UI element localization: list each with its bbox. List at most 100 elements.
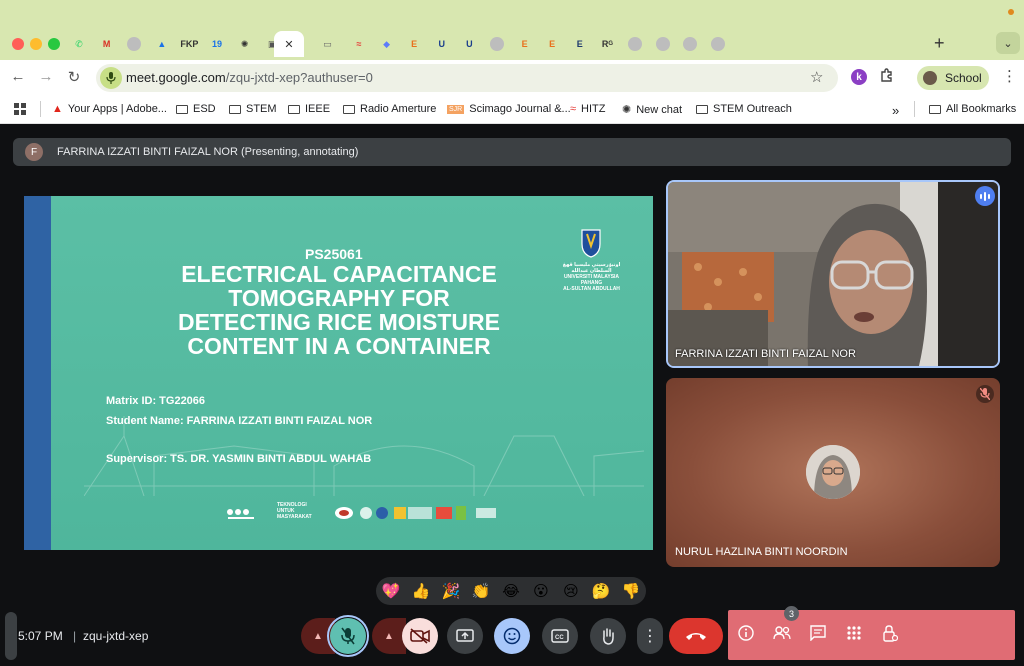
browser-tab[interactable]: ◆: [374, 34, 400, 54]
bookmark-item[interactable]: STEM: [229, 103, 277, 115]
bookmark-item[interactable]: IEEE: [288, 103, 330, 115]
profile-label: School: [945, 71, 982, 85]
reaction-emoji-button[interactable]: 👍: [411, 581, 431, 601]
browser-tab[interactable]: E: [512, 34, 538, 54]
scroll-handle[interactable]: [5, 612, 17, 660]
reactions-button[interactable]: [494, 618, 530, 654]
raise-hand-button[interactable]: [590, 618, 626, 654]
browser-menu-icon[interactable]: ⋮: [1002, 67, 1017, 85]
generic-tab-icon: [127, 37, 142, 51]
maximize-window-button[interactable]: [48, 38, 60, 50]
new-tab-button[interactable]: +: [934, 33, 945, 54]
generic-tab-icon: [710, 37, 725, 51]
mic-in-use-icon[interactable]: [100, 67, 122, 89]
profile-button[interactable]: School: [917, 66, 989, 90]
ump-shield-icon: U: [438, 39, 446, 49]
participant-name: FARRINA IZZATI BINTI FAIZAL NOR: [675, 348, 856, 360]
browser-tab[interactable]: [121, 34, 147, 54]
host-controls-button[interactable]: [880, 623, 900, 643]
all-bookmarks-label: All Bookmarks: [946, 103, 1017, 115]
reaction-emoji-button[interactable]: 😂: [501, 581, 521, 601]
extension-k-icon[interactable]: k: [851, 69, 867, 85]
close-tab-icon[interactable]: ✕: [284, 38, 293, 51]
ump-shield-icon: U: [466, 39, 473, 49]
browser-tab[interactable]: FKP: [176, 34, 202, 54]
presentation-slide: PS25061 ELECTRICAL CAPACITANCE TOMOGRAPH…: [24, 196, 653, 550]
reaction-emoji-button[interactable]: 👎: [621, 581, 641, 601]
browser-tab[interactable]: [650, 34, 676, 54]
browser-tab[interactable]: E: [567, 34, 593, 54]
info-divider: |: [73, 629, 77, 643]
browser-tab[interactable]: U: [456, 34, 482, 54]
active-tab-meet[interactable]: ✕: [274, 31, 304, 57]
back-arrow-icon[interactable]: ←: [8, 68, 28, 85]
bookmark-item[interactable]: Radio Amerture: [343, 103, 436, 115]
reaction-emoji-button[interactable]: 👏: [471, 581, 491, 601]
reaction-emoji-button[interactable]: 🎉: [441, 581, 461, 601]
forward-arrow-icon[interactable]: →: [36, 68, 56, 85]
people-button[interactable]: [772, 623, 792, 643]
browser-tab[interactable]: 19: [204, 34, 230, 54]
whatsapp-icon: ✆: [75, 38, 83, 49]
slide-title-line: CONTENT IN A CONTAINER: [187, 333, 491, 359]
url-text[interactable]: meet.google.com/zqu-jxtd-xep?authuser=0: [126, 70, 373, 85]
bookmarks-overflow-button[interactable]: »: [892, 103, 899, 118]
university-crest-logo: [581, 229, 601, 258]
reaction-emoji-button[interactable]: 😮: [531, 581, 551, 601]
browser-tab[interactable]: M: [94, 34, 120, 54]
bookmark-item[interactable]: ≈ HITZ: [570, 103, 606, 115]
all-bookmarks-button[interactable]: All Bookmarks: [929, 103, 1016, 115]
browser-tab[interactable]: [622, 34, 648, 54]
bookmark-label: New chat: [636, 103, 683, 116]
browser-tab[interactable]: E: [401, 34, 427, 54]
bookmark-item[interactable]: ✺ New chat: [622, 103, 683, 117]
present-screen-button[interactable]: [447, 618, 483, 654]
reaction-emoji-button[interactable]: 😢: [561, 581, 581, 601]
close-window-button[interactable]: [12, 38, 24, 50]
university-name: اونيۏرسيتي مليسيا ڤهڠ السلطان عبدالله UN…: [554, 262, 629, 292]
bookmark-item[interactable]: ▲ Your Apps | Adobe...: [52, 103, 167, 115]
browser-tab[interactable]: Rᴳ: [594, 34, 620, 54]
generic-tab-icon: [628, 37, 642, 51]
browser-tab[interactable]: ✺: [232, 34, 258, 54]
chat-button[interactable]: [808, 623, 828, 643]
browser-tab[interactable]: ✆: [66, 34, 92, 54]
browser-tab[interactable]: U: [429, 34, 455, 54]
bookmark-item[interactable]: ESD: [176, 103, 216, 115]
browser-tab[interactable]: ▭: [314, 34, 340, 54]
partner-logos-strip: [227, 506, 496, 520]
svg-text:CC: CC: [555, 635, 564, 641]
info-icon: [738, 625, 754, 641]
captions-button[interactable]: CC: [542, 618, 578, 654]
browser-tab[interactable]: [677, 34, 703, 54]
participant-name: NURUL HAZLINA BINTI NOORDIN: [675, 546, 848, 558]
reload-icon[interactable]: ↻: [64, 68, 84, 86]
reaction-emoji-button[interactable]: 💖: [381, 581, 401, 601]
bookmark-item[interactable]: STEM Outreach: [696, 103, 792, 115]
more-vert-icon: ⋮: [642, 628, 658, 645]
activities-button[interactable]: [844, 623, 864, 643]
leave-call-button[interactable]: [669, 618, 723, 654]
camera-toggle-button[interactable]: [402, 618, 438, 654]
minimize-window-button[interactable]: [30, 38, 42, 50]
browser-tab[interactable]: ≈: [346, 34, 372, 54]
browser-tab[interactable]: ▲: [149, 34, 175, 54]
more-options-button[interactable]: ⋮: [637, 618, 663, 654]
browser-tab[interactable]: [705, 34, 731, 54]
participant-video-tile[interactable]: [666, 180, 1000, 368]
browser-tab[interactable]: [484, 34, 510, 54]
mic-toggle-button[interactable]: [327, 615, 369, 657]
bookmark-item[interactable]: SJR Scimago Journal &...: [447, 103, 571, 115]
hand-icon: [603, 628, 614, 645]
video-options-button[interactable]: ▲: [372, 618, 406, 654]
bookmark-label: Scimago Journal &...: [469, 103, 571, 115]
apps-grid-icon[interactable]: [14, 103, 26, 115]
reaction-emoji-button[interactable]: 🤔: [591, 581, 611, 601]
slide-project-code: PS25061: [305, 246, 363, 262]
meeting-details-button[interactable]: [736, 623, 756, 643]
bookmark-star-icon[interactable]: ☆: [810, 68, 823, 86]
extensions-puzzle-icon[interactable]: [879, 67, 895, 87]
bookmark-label: STEM: [246, 103, 277, 115]
browser-tab[interactable]: E: [539, 34, 565, 54]
tab-search-button[interactable]: ⌄: [996, 32, 1020, 54]
